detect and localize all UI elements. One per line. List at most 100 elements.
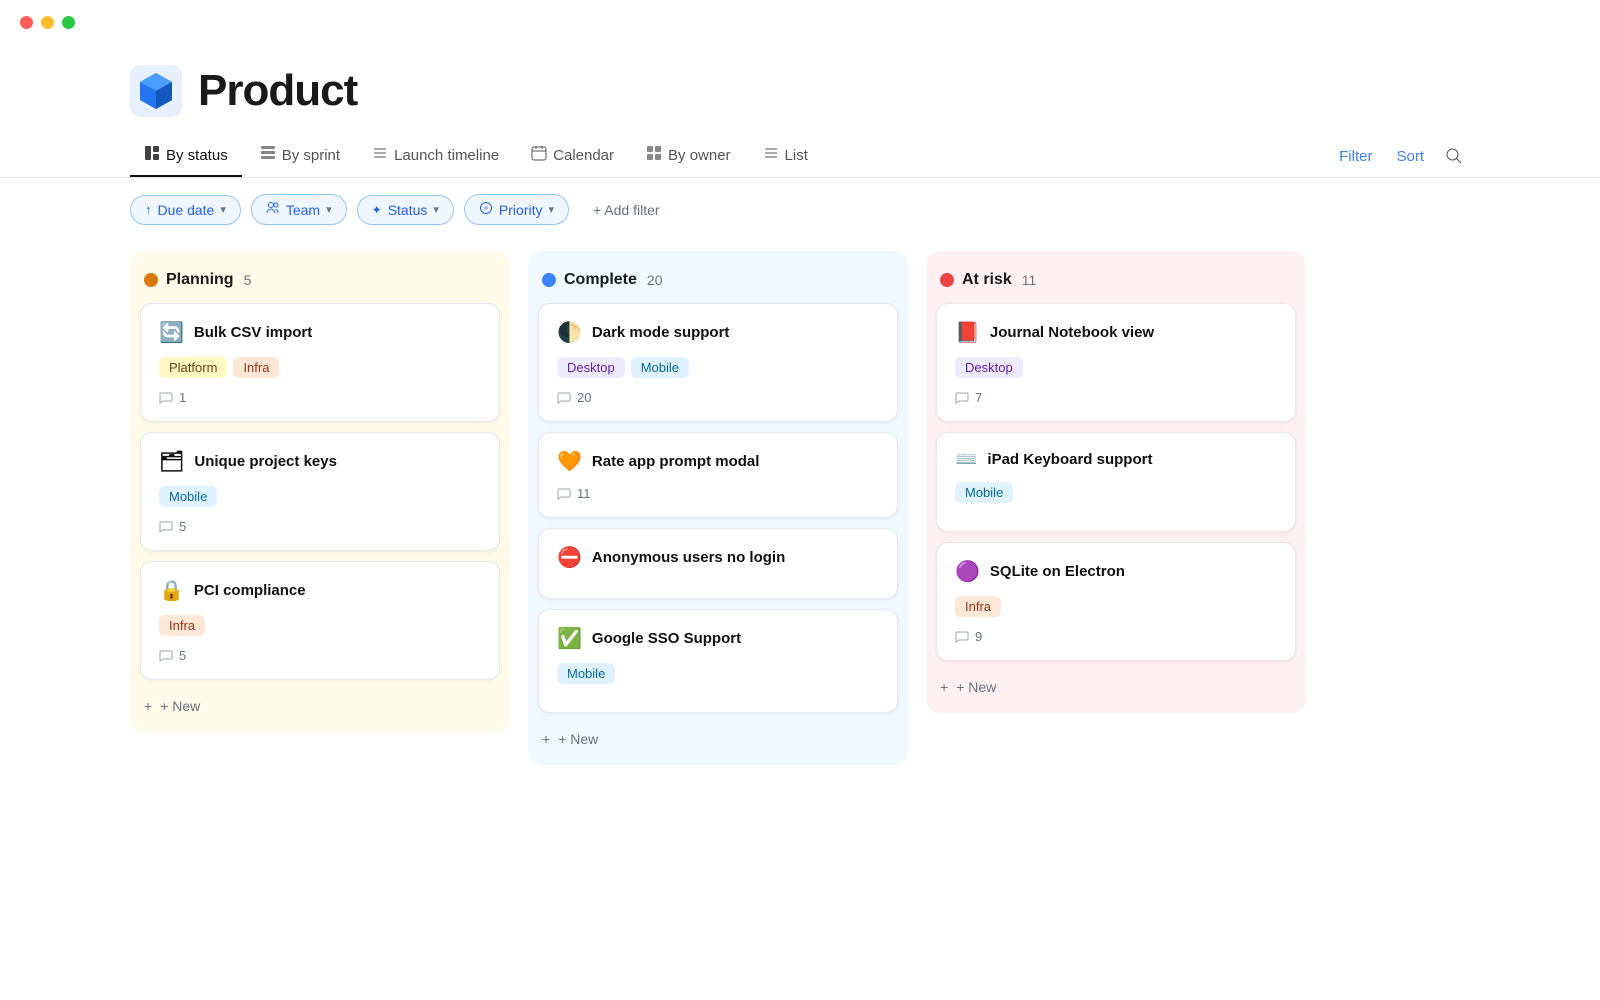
tag-desktop: Desktop bbox=[557, 357, 625, 378]
comment-icon bbox=[159, 391, 173, 405]
column-header-at-risk: At risk 11 bbox=[936, 261, 1296, 303]
unique-keys-comments: 5 bbox=[159, 519, 481, 534]
google-sso-tags: Mobile bbox=[557, 663, 879, 684]
sqlite-tags: Infra bbox=[955, 596, 1277, 617]
column-at-risk: At risk 11 📕 Journal Notebook view Deskt… bbox=[926, 251, 1306, 765]
journal-tags: Desktop bbox=[955, 357, 1277, 378]
pci-tags: Infra bbox=[159, 615, 481, 636]
team-chevron: ▾ bbox=[326, 203, 332, 216]
launch-timeline-icon bbox=[372, 145, 388, 165]
card-sqlite[interactable]: 🟣 SQLite on Electron Infra 9 bbox=[936, 542, 1296, 661]
rate-app-emoji: 🧡 bbox=[557, 449, 582, 474]
traffic-light-yellow[interactable] bbox=[41, 16, 54, 29]
team-filter[interactable]: Team ▾ bbox=[251, 194, 347, 225]
add-filter-button[interactable]: + Add filter bbox=[579, 196, 674, 224]
journal-comments: 7 bbox=[955, 390, 1277, 405]
comment-icon bbox=[955, 391, 969, 405]
due-date-filter[interactable]: ↑ Due date ▾ bbox=[130, 195, 241, 225]
column-header-complete: Complete 20 bbox=[538, 261, 898, 303]
card-anonymous-users[interactable]: ⛔ Anonymous users no login bbox=[538, 528, 898, 599]
bulk-csv-comments: 1 bbox=[159, 390, 481, 405]
by-owner-icon bbox=[646, 145, 662, 165]
card-bulk-csv[interactable]: 🔄 Bulk CSV import Platform Infra 1 bbox=[140, 303, 500, 422]
priority-chevron: ▾ bbox=[548, 203, 554, 216]
tab-calendar[interactable]: Calendar bbox=[517, 135, 628, 177]
pci-emoji: 🔒 bbox=[159, 578, 184, 603]
bulk-csv-emoji: 🔄 bbox=[159, 320, 184, 345]
tag-infra-pci: Infra bbox=[159, 615, 205, 636]
tab-list[interactable]: List bbox=[749, 135, 822, 177]
sqlite-comments: 9 bbox=[955, 629, 1277, 644]
comment-icon bbox=[557, 391, 571, 405]
search-button[interactable] bbox=[1438, 140, 1470, 172]
card-google-sso[interactable]: ✅ Google SSO Support Mobile bbox=[538, 609, 898, 713]
tag-infra-sqlite: Infra bbox=[955, 596, 1001, 617]
team-icon bbox=[266, 201, 280, 218]
journal-emoji: 📕 bbox=[955, 320, 980, 345]
comment-icon bbox=[159, 520, 173, 534]
page-title: Product bbox=[198, 66, 357, 116]
at-risk-add-new[interactable]: + + New bbox=[936, 671, 1296, 703]
anonymous-emoji: ⛔ bbox=[557, 545, 582, 570]
sqlite-emoji: 🟣 bbox=[955, 559, 980, 584]
at-risk-dot bbox=[940, 273, 954, 287]
comment-icon bbox=[159, 649, 173, 663]
titlebar bbox=[0, 0, 1600, 45]
filter-bar: ↑ Due date ▾ Team ▾ ✦ Status ▾ Priority … bbox=[0, 178, 1600, 241]
tab-by-status[interactable]: By status bbox=[130, 135, 242, 177]
tag-desktop-journal: Desktop bbox=[955, 357, 1023, 378]
priority-icon bbox=[479, 201, 493, 218]
due-date-chevron: ▾ bbox=[220, 203, 226, 216]
sort-action[interactable]: Sort bbox=[1386, 138, 1434, 175]
planning-dot bbox=[144, 273, 158, 287]
tab-bar: By status By sprint Launch timeline Cale… bbox=[0, 135, 1600, 178]
tag-mobile: Mobile bbox=[631, 357, 689, 378]
tab-launch-timeline[interactable]: Launch timeline bbox=[358, 135, 513, 177]
dark-mode-tags: Desktop Mobile bbox=[557, 357, 879, 378]
calendar-icon bbox=[531, 145, 547, 165]
comment-icon bbox=[955, 630, 969, 644]
card-unique-project-keys[interactable]: 🗂 Unique project keys Mobile 5 bbox=[140, 432, 500, 551]
rate-app-comments: 11 bbox=[557, 486, 879, 501]
tag-mobile-sso: Mobile bbox=[557, 663, 615, 684]
complete-add-new[interactable]: + + New bbox=[538, 723, 898, 755]
page-header: Product bbox=[0, 45, 1600, 127]
tag-infra: Infra bbox=[233, 357, 279, 378]
card-dark-mode[interactable]: 🌓 Dark mode support Desktop Mobile 20 bbox=[538, 303, 898, 422]
card-ipad-keyboard[interactable]: ⌨️ iPad Keyboard support Mobile bbox=[936, 432, 1296, 532]
traffic-light-green[interactable] bbox=[62, 16, 75, 29]
status-icon: ✦ bbox=[372, 203, 382, 217]
by-status-icon bbox=[144, 145, 160, 165]
due-date-icon: ↑ bbox=[145, 202, 152, 217]
board: Planning 5 🔄 Bulk CSV import Platform In… bbox=[0, 241, 1600, 805]
priority-filter[interactable]: Priority ▾ bbox=[464, 194, 569, 225]
tag-mobile-ipad: Mobile bbox=[955, 482, 1013, 503]
pci-comments: 5 bbox=[159, 648, 481, 663]
traffic-light-red[interactable] bbox=[20, 16, 33, 29]
column-header-planning: Planning 5 bbox=[140, 261, 500, 303]
card-journal-notebook[interactable]: 📕 Journal Notebook view Desktop 7 bbox=[936, 303, 1296, 422]
unique-keys-tags: Mobile bbox=[159, 486, 481, 507]
list-icon bbox=[763, 145, 779, 165]
bulk-csv-tags: Platform Infra bbox=[159, 357, 481, 378]
planning-add-new[interactable]: + + New bbox=[140, 690, 500, 722]
by-sprint-icon bbox=[260, 145, 276, 165]
ipad-emoji: ⌨️ bbox=[955, 449, 977, 470]
dark-mode-comments: 20 bbox=[557, 390, 879, 405]
status-chevron: ▾ bbox=[433, 203, 439, 216]
tab-by-owner[interactable]: By owner bbox=[632, 135, 745, 177]
complete-dot bbox=[542, 273, 556, 287]
unique-keys-emoji: 🗂 bbox=[159, 449, 184, 474]
filter-action[interactable]: Filter bbox=[1329, 138, 1382, 175]
page-icon bbox=[130, 65, 182, 117]
google-sso-emoji: ✅ bbox=[557, 626, 582, 651]
tag-platform: Platform bbox=[159, 357, 227, 378]
card-rate-app[interactable]: 🧡 Rate app prompt modal 11 bbox=[538, 432, 898, 518]
card-pci-compliance[interactable]: 🔒 PCI compliance Infra 5 bbox=[140, 561, 500, 680]
tab-by-sprint[interactable]: By sprint bbox=[246, 135, 354, 177]
ipad-tags: Mobile bbox=[955, 482, 1277, 503]
tag-mobile: Mobile bbox=[159, 486, 217, 507]
column-complete: Complete 20 🌓 Dark mode support Desktop … bbox=[528, 251, 908, 765]
status-filter[interactable]: ✦ Status ▾ bbox=[357, 195, 454, 225]
dark-mode-emoji: 🌓 bbox=[557, 320, 582, 345]
